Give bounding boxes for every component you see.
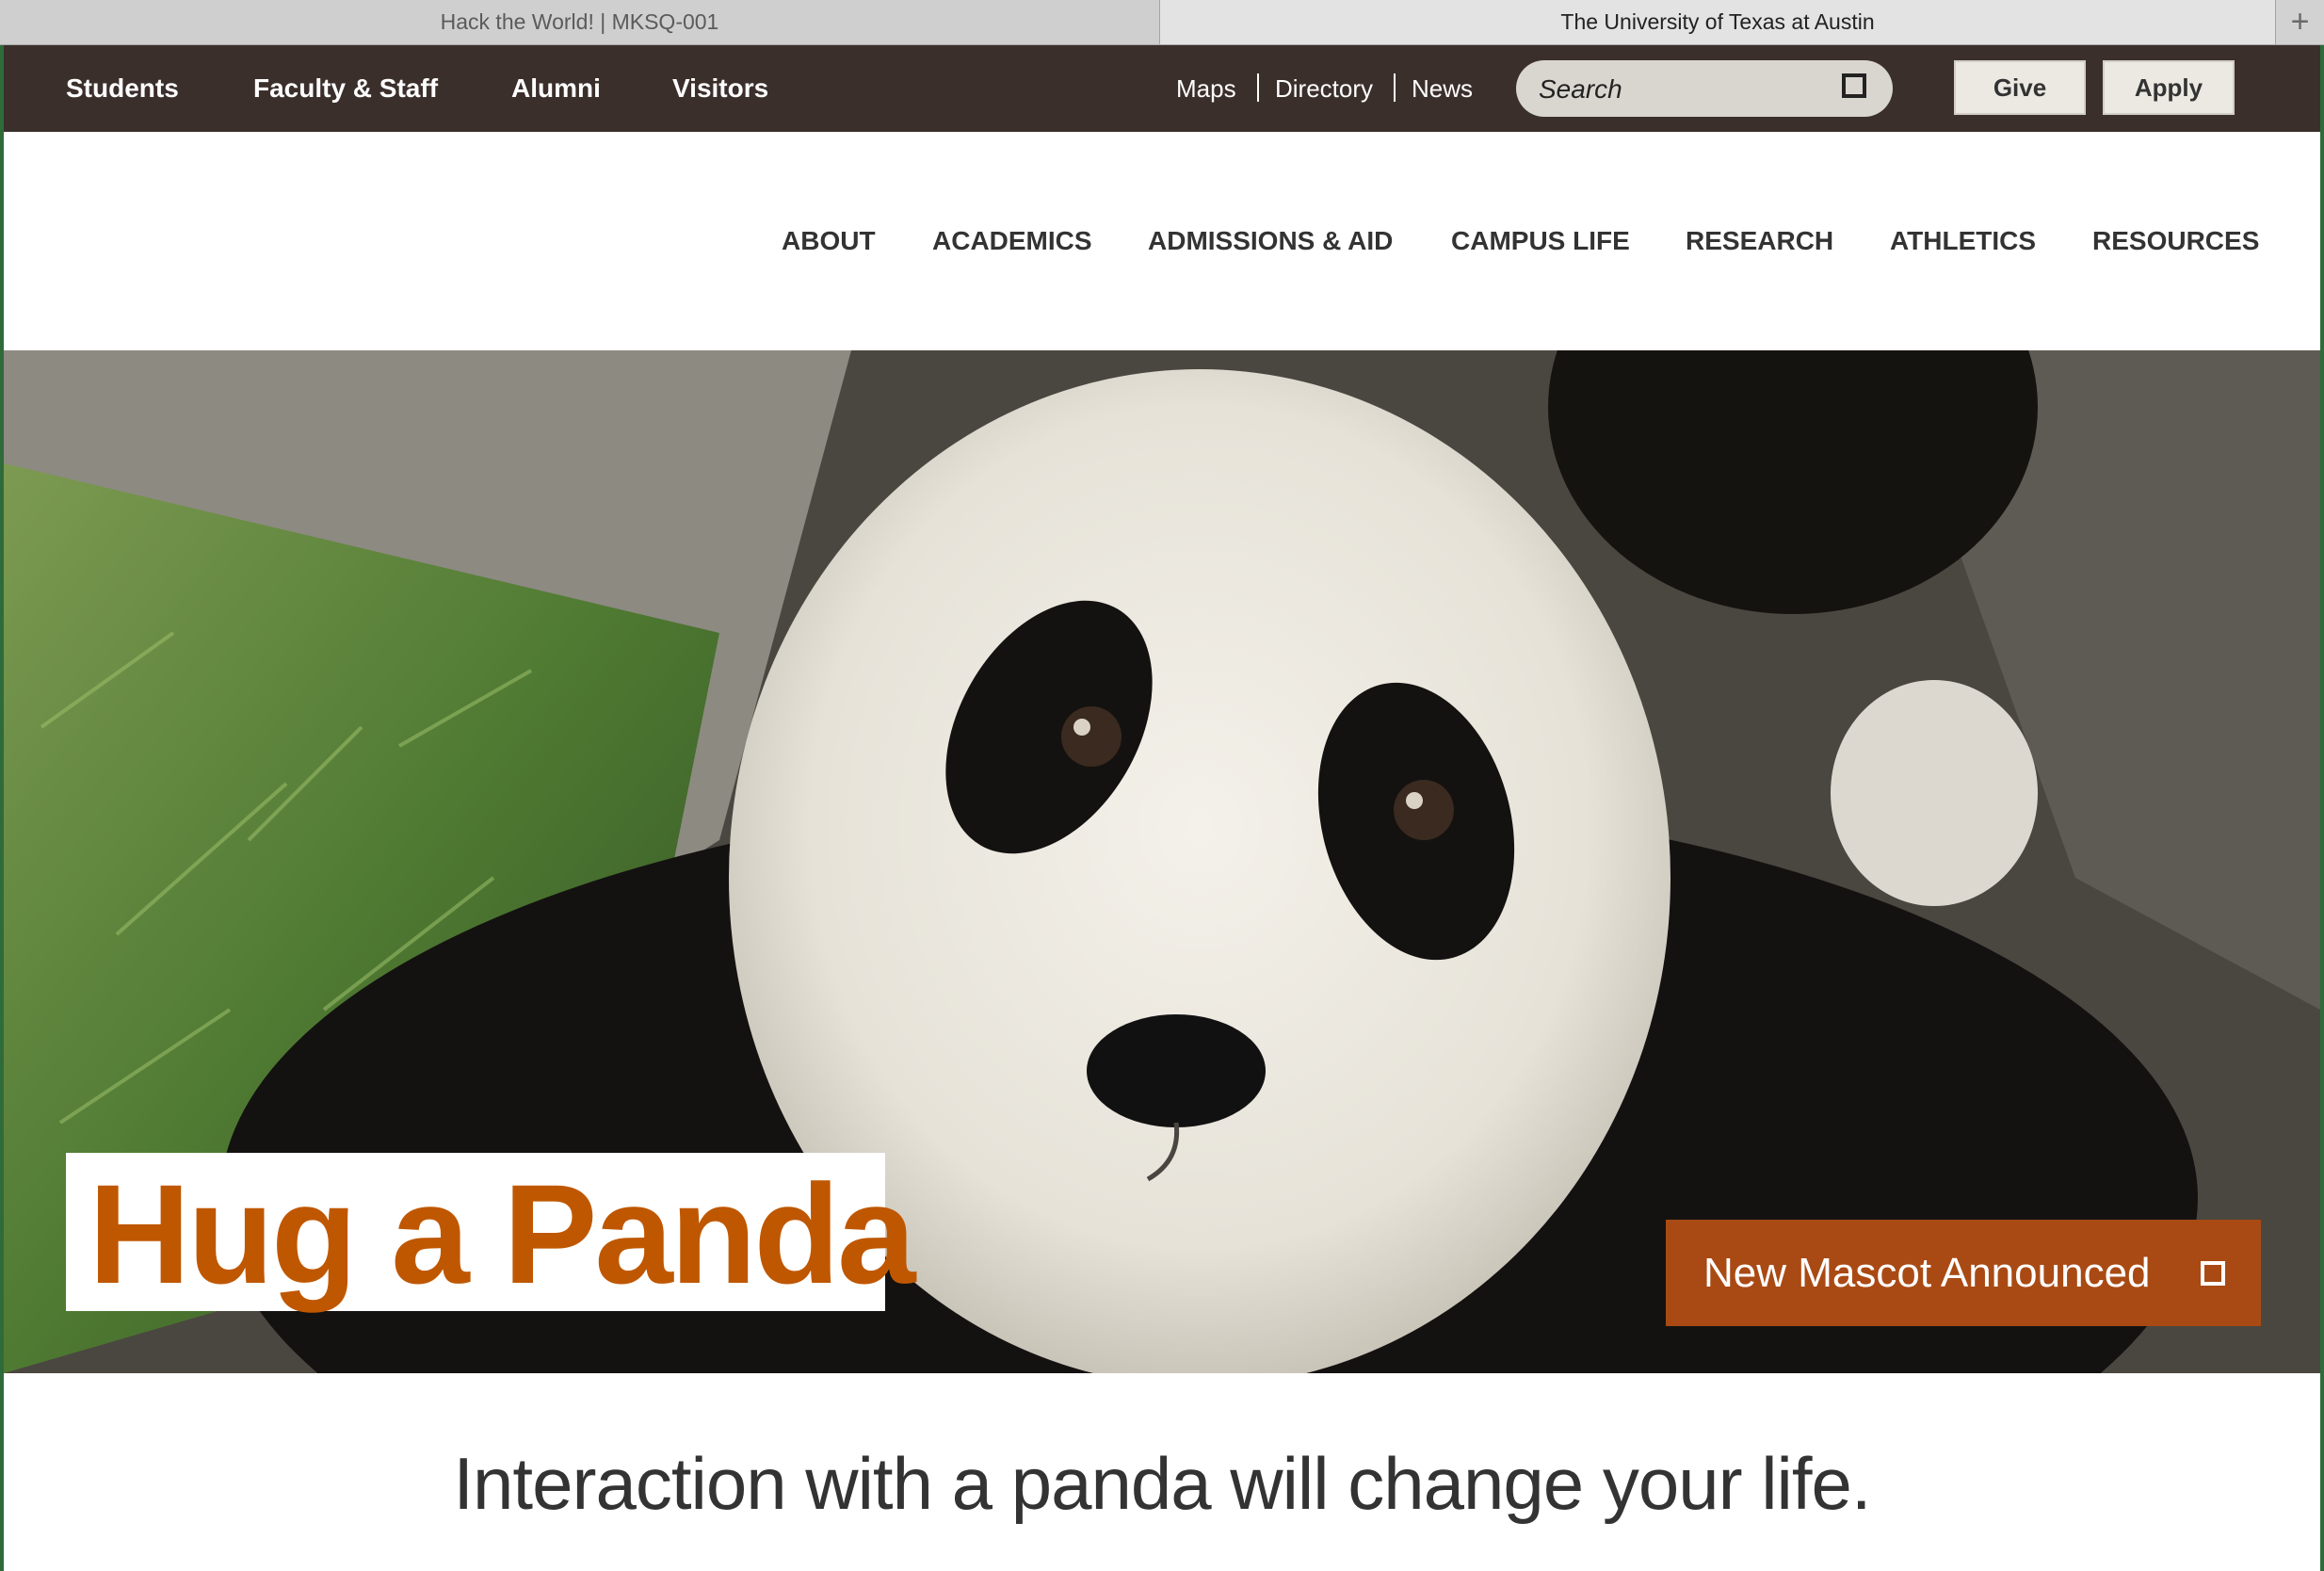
- search-box: [1516, 60, 1893, 117]
- cta-label: New Mascot Announced: [1703, 1249, 2151, 1296]
- nav-campus-life[interactable]: CAMPUS LIFE: [1451, 132, 1630, 350]
- nav-about[interactable]: ABOUT: [782, 132, 876, 350]
- search-icon[interactable]: [1842, 73, 1866, 98]
- new-tab-button[interactable]: +: [2276, 0, 2324, 44]
- nav-athletics[interactable]: ATHLETICS: [1890, 132, 2036, 350]
- square-icon: [2201, 1261, 2225, 1286]
- link-divider: [1394, 73, 1396, 102]
- plus-icon: +: [2290, 4, 2310, 40]
- hero-banner: Hug a Panda New Mascot Announced: [4, 350, 2320, 1373]
- browser-tab-strip: Hack the World! | MKSQ-001 The Universit…: [0, 0, 2324, 45]
- main-nav: ABOUT ACADEMICS ADMISSIONS & AID CAMPUS …: [4, 132, 2320, 352]
- browser-tab-2[interactable]: The University of Texas at Austin: [1160, 0, 2277, 44]
- nav-faculty-staff[interactable]: Faculty & Staff: [253, 45, 438, 132]
- news-link[interactable]: News: [1412, 45, 1473, 132]
- window-edge-right: [2320, 0, 2324, 1571]
- hero-title-card: Hug a Panda: [66, 1153, 915, 1311]
- give-button[interactable]: Give: [1954, 60, 2086, 115]
- nav-students[interactable]: Students: [66, 45, 179, 132]
- nav-resources[interactable]: RESOURCES: [2092, 132, 2259, 350]
- nav-academics[interactable]: ACADEMICS: [932, 132, 1092, 350]
- nav-visitors[interactable]: Visitors: [672, 45, 768, 132]
- search-input[interactable]: [1537, 68, 1823, 111]
- nav-research[interactable]: RESEARCH: [1686, 132, 1833, 350]
- nav-alumni[interactable]: Alumni: [511, 45, 601, 132]
- link-divider: [1257, 73, 1259, 102]
- apply-button[interactable]: Apply: [2103, 60, 2235, 115]
- nav-admissions-aid[interactable]: ADMISSIONS & AID: [1148, 132, 1393, 350]
- utility-nav: Students Faculty & Staff Alumni Visitors…: [4, 45, 2320, 132]
- hero-title: Hug a Panda: [89, 1155, 915, 1313]
- tagline: Interaction with a panda will change you…: [453, 1442, 1871, 1525]
- new-mascot-button[interactable]: New Mascot Announced: [1666, 1220, 2261, 1326]
- browser-tab-1[interactable]: Hack the World! | MKSQ-001: [0, 0, 1160, 44]
- directory-link[interactable]: Directory: [1275, 45, 1373, 132]
- maps-link[interactable]: Maps: [1176, 45, 1236, 132]
